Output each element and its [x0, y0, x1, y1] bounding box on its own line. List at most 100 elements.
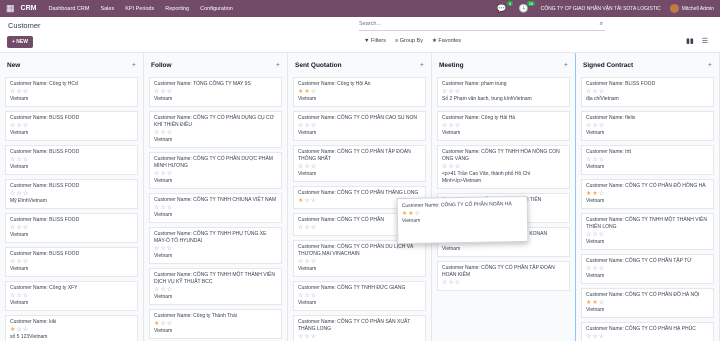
- messages-icon[interactable]: 💬 5: [497, 1, 513, 13]
- card-country: Vietnam: [298, 300, 317, 306]
- quick-create-icon[interactable]: +: [564, 62, 568, 69]
- kanban-card[interactable]: Customer Name: kiki ★☆☆ số 5 123Vietnam: [5, 315, 138, 341]
- priority-stars[interactable]: ☆☆☆: [10, 224, 133, 232]
- kanban-card[interactable]: Customer Name: CÔNG TY CỔ PHẦN CAO SU NO…: [293, 111, 426, 141]
- kanban-card[interactable]: Customer Name: CÔNG TY CỔ PHẦN SẢN XUẤT …: [293, 315, 426, 341]
- search-icon[interactable]: ⌕: [600, 21, 603, 28]
- card-country: Vietnam: [10, 266, 29, 272]
- card-country: Vietnam: [586, 239, 605, 245]
- apps-menu-icon[interactable]: ▦: [6, 3, 15, 14]
- priority-stars[interactable]: ☆☆☆: [586, 231, 709, 239]
- quick-create-icon[interactable]: +: [276, 62, 280, 69]
- priority-stars[interactable]: ☆☆☆: [298, 333, 421, 341]
- kanban-card[interactable]: Customer Name: BLISS FOOD ☆☆☆ Vietnam: [5, 213, 138, 243]
- priority-stars[interactable]: ☆☆☆: [10, 122, 133, 130]
- priority-stars[interactable]: ☆☆☆: [442, 122, 565, 130]
- activity-icon[interactable]: 🕓 26: [519, 1, 535, 13]
- kanban-view-icon[interactable]: ▮▮: [686, 37, 694, 45]
- priority-stars[interactable]: ☆☆☆: [10, 190, 133, 198]
- kanban-card[interactable]: Customer Name: TỔNG CÔNG TY MAY 9S ☆☆☆ V…: [149, 77, 282, 107]
- priority-stars[interactable]: ☆☆☆: [10, 258, 133, 266]
- kanban-card[interactable]: Customer Name: BLISS FOOD ☆☆☆ Vietnam: [5, 247, 138, 277]
- kanban-card[interactable]: Customer Name: BLISS FOOD ☆☆☆ Vietnam: [5, 111, 138, 141]
- priority-stars[interactable]: ☆☆☆: [442, 88, 565, 96]
- quick-create-icon[interactable]: +: [132, 62, 136, 69]
- priority-stars[interactable]: ☆☆☆: [586, 122, 709, 130]
- menu-dashboard-crm[interactable]: Dashboard CRM: [48, 6, 89, 12]
- kanban-card[interactable]: Customer Name: pham trung ☆☆☆ Số 2 Phạm …: [437, 77, 570, 107]
- kanban-card[interactable]: Customer Name: trtt ☆☆☆ Vietnam: [581, 145, 714, 175]
- priority-stars[interactable]: ☆☆☆: [586, 265, 709, 273]
- kanban-card[interactable]: Customer Name: Công ty Hội An ★★☆ Vietna…: [293, 77, 426, 107]
- priority-stars[interactable]: ☆☆☆: [442, 163, 565, 171]
- priority-stars[interactable]: ☆☆☆: [586, 88, 709, 96]
- kanban-card[interactable]: Customer Name: CÔNG TY CỔ PHẦN DỤNG CỤ C…: [149, 111, 282, 148]
- priority-stars[interactable]: ★★☆: [586, 299, 709, 307]
- priority-stars[interactable]: ★★☆: [586, 190, 709, 198]
- quick-create-icon[interactable]: +: [708, 62, 712, 69]
- priority-stars[interactable]: ☆☆☆: [154, 286, 277, 294]
- kanban-card[interactable]: Customer Name: CÔNG TY TNHH MỘT THÀNH VI…: [149, 268, 282, 305]
- kanban-card[interactable]: Customer Name: CÔNG TY CỔ PHẦN TẬP ĐOÀN …: [437, 261, 570, 291]
- priority-stars[interactable]: ☆☆☆: [586, 156, 709, 164]
- priority-stars[interactable]: ☆☆☆: [154, 204, 277, 212]
- priority-stars[interactable]: ☆☆☆: [298, 163, 421, 171]
- priority-stars[interactable]: ★★☆: [298, 88, 421, 96]
- avatar[interactable]: [669, 4, 679, 13]
- kanban-card[interactable]: Customer Name: BLISS FOOD ☆☆☆ địa chỉVie…: [581, 77, 714, 107]
- user-menu[interactable]: Mitchell Admin: [682, 6, 714, 12]
- filters-button[interactable]: ▼ Filters: [364, 38, 386, 44]
- kanban-card[interactable]: Customer Name: CÔNG TY TNHH MỘT THÀNH VI…: [581, 213, 714, 250]
- kanban-card[interactable]: Customer Name: Công ty XFY ☆☆☆ Vietnam: [5, 281, 138, 311]
- priority-stars[interactable]: ★☆☆: [154, 320, 277, 328]
- menu-reporting[interactable]: Reporting: [165, 6, 189, 12]
- kanban-card[interactable]: Customer Name: CÔNG TY CỔ PHẦN TẬP TỪ ☆☆…: [581, 254, 714, 284]
- card-country: Vietnam: [442, 130, 461, 136]
- kanban-card[interactable]: Customer Name: BLISS FOOD ☆☆☆ Mỹ ĐìnhVie…: [5, 179, 138, 209]
- priority-stars[interactable]: ☆☆☆: [10, 156, 133, 164]
- app-name[interactable]: CRM: [21, 5, 37, 12]
- priority-stars[interactable]: ☆☆☆: [154, 170, 277, 178]
- list-view-icon[interactable]: ☰: [702, 37, 708, 45]
- kanban-card[interactable]: Customer Name: CÔNG TY CỔ PHẦN TẬP ĐOÀN …: [293, 145, 426, 182]
- new-button[interactable]: + NEW: [7, 36, 33, 48]
- priority-stars[interactable]: ☆☆☆: [154, 88, 277, 96]
- favorites-button[interactable]: ★ Favorites: [432, 38, 461, 44]
- company-switcher[interactable]: CÔNG TY CP GIAO NHẬN VẬN TẢI SOTA LOGIST…: [541, 6, 661, 12]
- card-country: Vietnam: [586, 307, 605, 313]
- priority-stars[interactable]: ☆☆☆: [154, 129, 277, 137]
- card-customer-name: Customer Name: kiki: [10, 319, 57, 325]
- kanban-card[interactable]: Customer Name: BLISS FOOD ☆☆☆ Vietnam: [5, 145, 138, 175]
- priority-stars[interactable]: ☆☆☆: [10, 88, 133, 96]
- priority-stars[interactable]: ☆☆☆: [10, 292, 133, 300]
- priority-stars[interactable]: ★☆☆: [10, 326, 133, 334]
- kanban-card[interactable]: Customer Name: CÔNG TY CỔ PHẦN ĐỒ HỒNG H…: [581, 179, 714, 209]
- kanban-card[interactable]: Customer Name: CÔNG TY TNHH CHIUNA VIỆT …: [149, 193, 282, 223]
- kanban-card[interactable]: Customer Name: Công ty Hải Hà ☆☆☆ Vietna…: [437, 111, 570, 141]
- menu-sales[interactable]: Sales: [100, 6, 114, 12]
- kanban-card[interactable]: Customer Name: Công ty Thành Thái ★☆☆ Vi…: [149, 309, 282, 339]
- menu-configuration[interactable]: Configuration: [200, 6, 233, 12]
- priority-stars[interactable]: ☆☆☆: [154, 245, 277, 253]
- menu-kpi-periods[interactable]: KPI Periods: [125, 6, 154, 12]
- group-by-button[interactable]: ≡ Group By: [395, 38, 423, 44]
- dragged-card[interactable]: Customer Name: CÔNG TY CỔ PHẦN NOÃN HÀ ★…: [396, 195, 529, 245]
- kanban-card[interactable]: Customer Name: CÔNG TY TNHH PHỤ TÙNG XE …: [149, 227, 282, 264]
- card-customer-name: Customer Name: Công ty Hội An: [298, 81, 371, 87]
- search-input[interactable]: Search... ⌕: [359, 21, 605, 31]
- priority-stars[interactable]: ☆☆☆: [586, 333, 709, 341]
- kanban-card[interactable]: Customer Name: Công ty HCd ☆☆☆ Vietnam: [5, 77, 138, 107]
- priority-stars[interactable]: ☆☆☆: [298, 122, 421, 130]
- quick-create-icon[interactable]: +: [420, 62, 424, 69]
- kanban-card[interactable]: Customer Name: CÔNG TY CỔ PHẦN DU LỊCH V…: [293, 240, 426, 277]
- priority-stars[interactable]: ☆☆☆: [442, 279, 565, 287]
- priority-stars[interactable]: ☆☆☆: [298, 258, 421, 266]
- kanban-card[interactable]: Customer Name: CÔNG TY CỔ PHẦN ĐỒ HÀ NỘI…: [581, 288, 714, 318]
- kanban-card[interactable]: Customer Name: CÔNG TY CỔ PHẦN HẠ PHÚC ☆…: [581, 322, 714, 341]
- kanban-card[interactable]: Customer Name: CÔNG TY TNHH HÓA NÔNG CON…: [437, 145, 570, 189]
- priority-stars[interactable]: ☆☆☆: [298, 292, 421, 300]
- kanban-card[interactable]: Customer Name: CÔNG TY TNHH ĐỨC GIANG ☆☆…: [293, 281, 426, 311]
- card-country: Vietnam: [10, 300, 29, 306]
- kanban-card[interactable]: Customer Name: CÔNG TY CỔ PHẦN DƯỢC PHẨM…: [149, 152, 282, 189]
- kanban-card[interactable]: Customer Name: flelix ☆☆☆ Vietnam: [581, 111, 714, 141]
